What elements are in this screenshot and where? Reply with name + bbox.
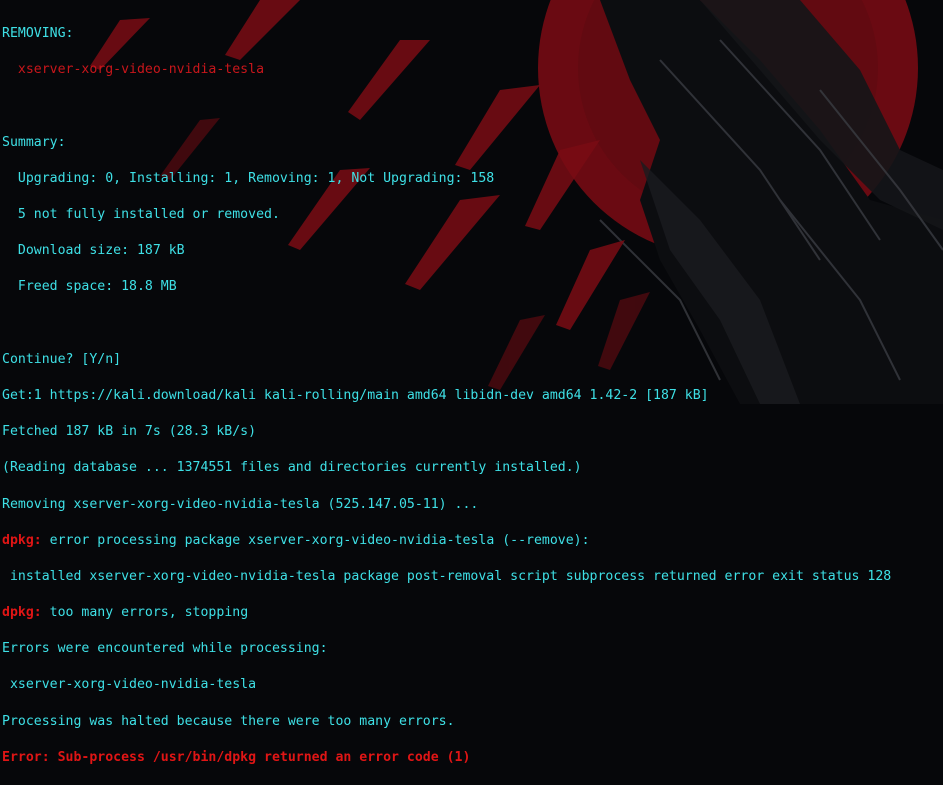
summary-line: Upgrading: 0, Installing: 1, Removing: 1… [2,170,495,186]
removing-package: xserver-xorg-video-nvidia-tesla [2,62,265,78]
errors-package-line: xserver-xorg-video-nvidia-tesla [2,677,257,693]
dpkg-error-line: dpkg: error processing package xserver-x… [2,532,943,550]
dpkg-error-text: error processing package xserver-xorg-vi… [41,532,590,548]
removing-line: Removing xserver-xorg-video-nvidia-tesla… [2,496,479,512]
terminal-output[interactable]: REMOVING: xserver-xorg-video-nvidia-tesl… [2,7,943,765]
reading-database-line: (Reading database ... 1374551 files and … [2,460,582,476]
summary-line: 5 not fully installed or removed. [2,207,280,223]
dpkg-label: dpkg: [2,605,42,621]
installed-error-line: installed xserver-xorg-video-nvidia-tesl… [2,568,892,584]
errors-encountered-line: Errors were encountered while processing… [2,641,328,657]
halted-line: Processing was halted because there were… [2,713,455,729]
fetched-line: Fetched 187 kB in 7s (28.3 kB/s) [2,424,257,440]
summary-header: Summary: [2,134,66,150]
dpkg-too-many-line: dpkg: too many errors, stopping [2,604,943,622]
summary-line: Freed space: 18.8 MB [2,279,177,295]
summary-line: Download size: 187 kB [2,243,185,259]
get-line: Get:1 https://kali.download/kali kali-ro… [2,387,709,403]
dpkg-too-many-text: too many errors, stopping [41,605,249,621]
dpkg-label: dpkg: [2,532,42,548]
continue-prompt: Continue? [Y/n] [2,351,122,367]
final-error-line: Error: Sub-process /usr/bin/dpkg returne… [2,749,471,765]
removing-header: REMOVING: [2,26,74,42]
